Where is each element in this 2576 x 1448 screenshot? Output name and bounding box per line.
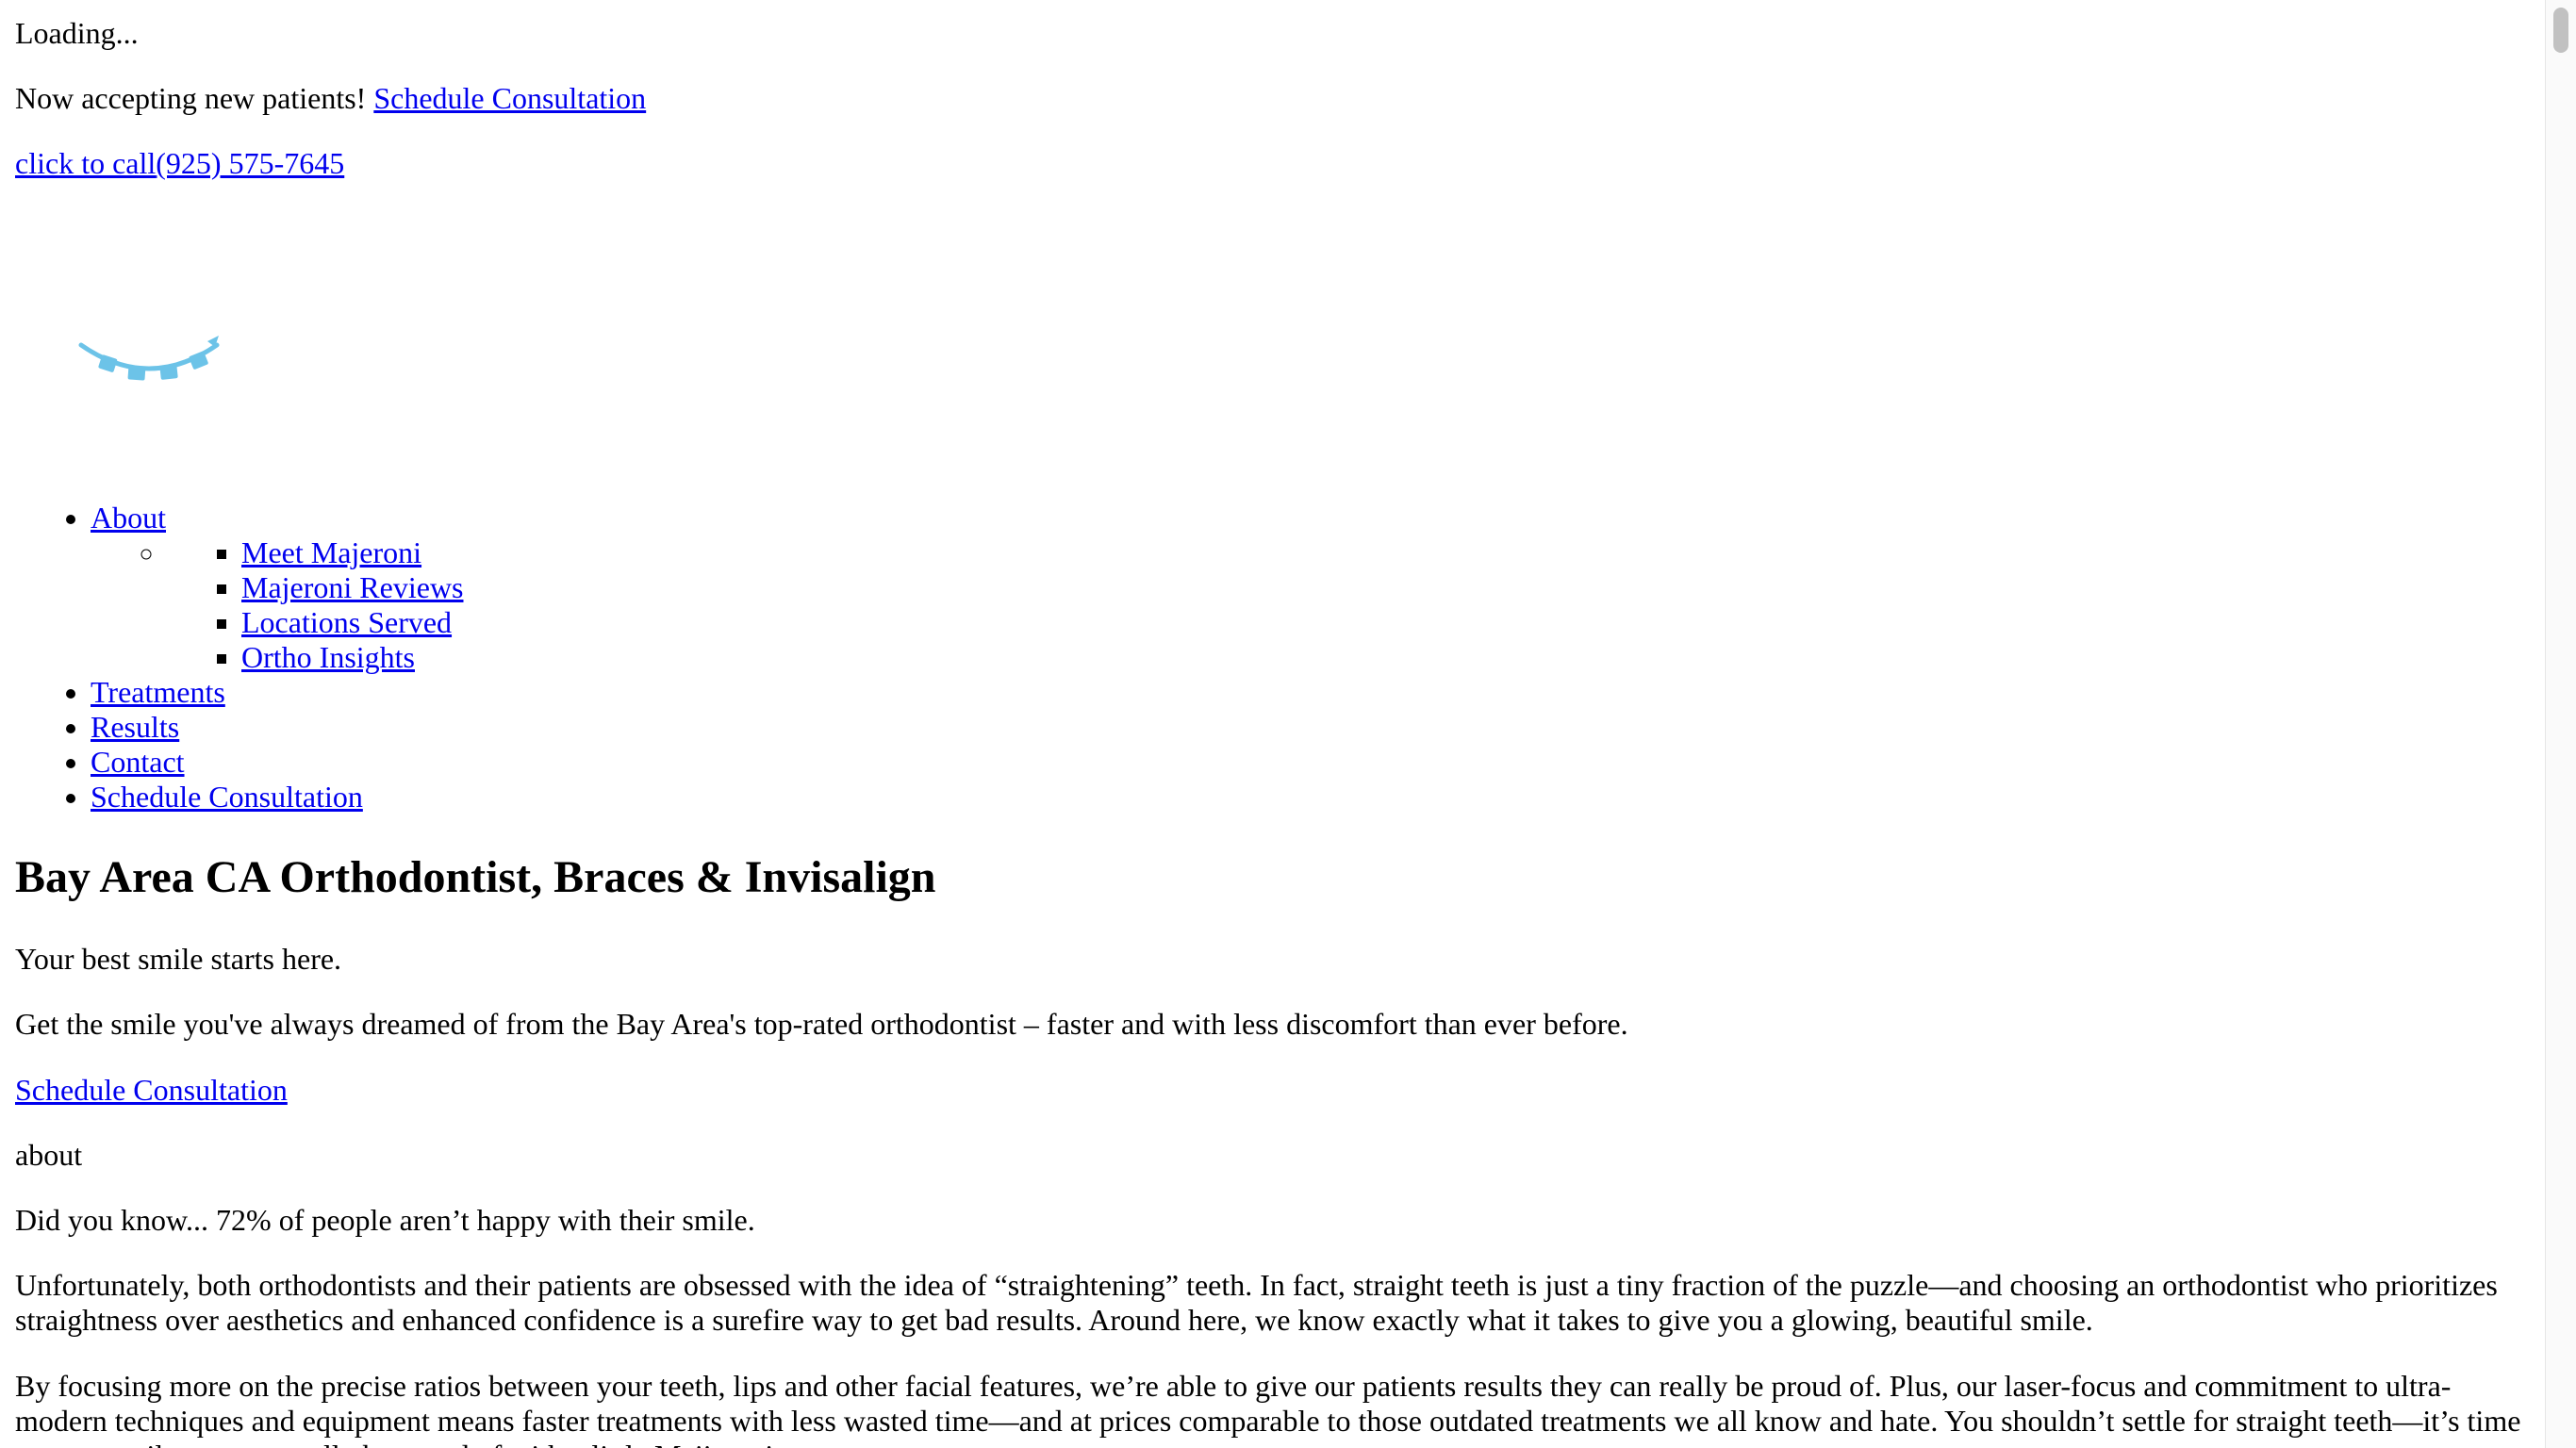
click-to-call: click to call(925) 575-7645 <box>15 146 344 181</box>
hero-cta: Schedule Consultation <box>15 1073 288 1108</box>
about-section-label: about <box>15 1138 83 1172</box>
nav-item-schedule: Schedule Consultation <box>91 780 464 814</box>
phone-number: (925) 575-7645 <box>156 146 345 180</box>
nav-about-link[interactable]: About <box>91 501 166 535</box>
about-paragraph-2: By focusing more on the precise ratios b… <box>15 1369 2521 1448</box>
about-paragraph-1: Unfortunately, both orthodontists and th… <box>15 1268 2498 1337</box>
main-navigation: About Meet Majeroni Majeroni Reviews Loc… <box>15 501 464 814</box>
click-to-call-link[interactable]: click to call(925) 575-7645 <box>15 146 344 180</box>
did-you-know-text: Did you know... 72% of people aren’t hap… <box>15 1203 755 1237</box>
call-label: click to call <box>15 146 157 180</box>
hero-lead: Get the smile you've always dreamed of f… <box>15 1007 1628 1041</box>
about-submenu-wrapper: Meet Majeroni Majeroni Reviews Locations… <box>91 535 464 675</box>
majeroni-reviews-link[interactable]: Majeroni Reviews <box>241 570 464 604</box>
nav-treatments-link[interactable]: Treatments <box>91 675 225 709</box>
nav-item-contact: Contact <box>91 745 464 780</box>
nav-item-results: Results <box>91 710 464 745</box>
submenu-item-meet-majeroni: Meet Majeroni <box>241 535 464 570</box>
submenu-item-ortho-insights: Ortho Insights <box>241 640 464 675</box>
submenu-item-majeroni-reviews: Majeroni Reviews <box>241 570 464 605</box>
ortho-insights-link[interactable]: Ortho Insights <box>241 640 415 674</box>
nav-item-treatments: Treatments <box>91 675 464 710</box>
banner-schedule-link[interactable]: Schedule Consultation <box>373 81 646 115</box>
locations-served-link[interactable]: Locations Served <box>241 605 452 639</box>
submenu-item-locations-served: Locations Served <box>241 605 464 640</box>
about-submenu: Meet Majeroni Majeroni Reviews Locations… <box>166 535 464 675</box>
scrollbar-thumb[interactable] <box>2553 8 2568 53</box>
meet-majeroni-link[interactable]: Meet Majeroni <box>241 535 421 569</box>
about-submenu-container: Meet Majeroni Majeroni Reviews Locations… <box>166 535 464 675</box>
page-title: Bay Area CA Orthodontist, Braces & Invis… <box>15 852 936 902</box>
vertical-scrollbar[interactable] <box>2545 0 2576 1448</box>
schedule-consultation-button[interactable]: Schedule Consultation <box>15 1073 288 1107</box>
nav-results-link[interactable]: Results <box>91 710 179 744</box>
braces-smile-logo[interactable] <box>64 332 234 398</box>
banner-text: Now accepting new patients! <box>15 81 374 115</box>
loading-text: Loading... <box>15 16 139 50</box>
hero-tagline: Your best smile starts here. <box>15 942 342 976</box>
new-patients-banner: Now accepting new patients! Schedule Con… <box>15 81 646 116</box>
nav-schedule-link[interactable]: Schedule Consultation <box>91 780 363 814</box>
nav-contact-link[interactable]: Contact <box>91 745 185 779</box>
nav-item-about: About Meet Majeroni Majeroni Reviews Loc… <box>91 501 464 675</box>
